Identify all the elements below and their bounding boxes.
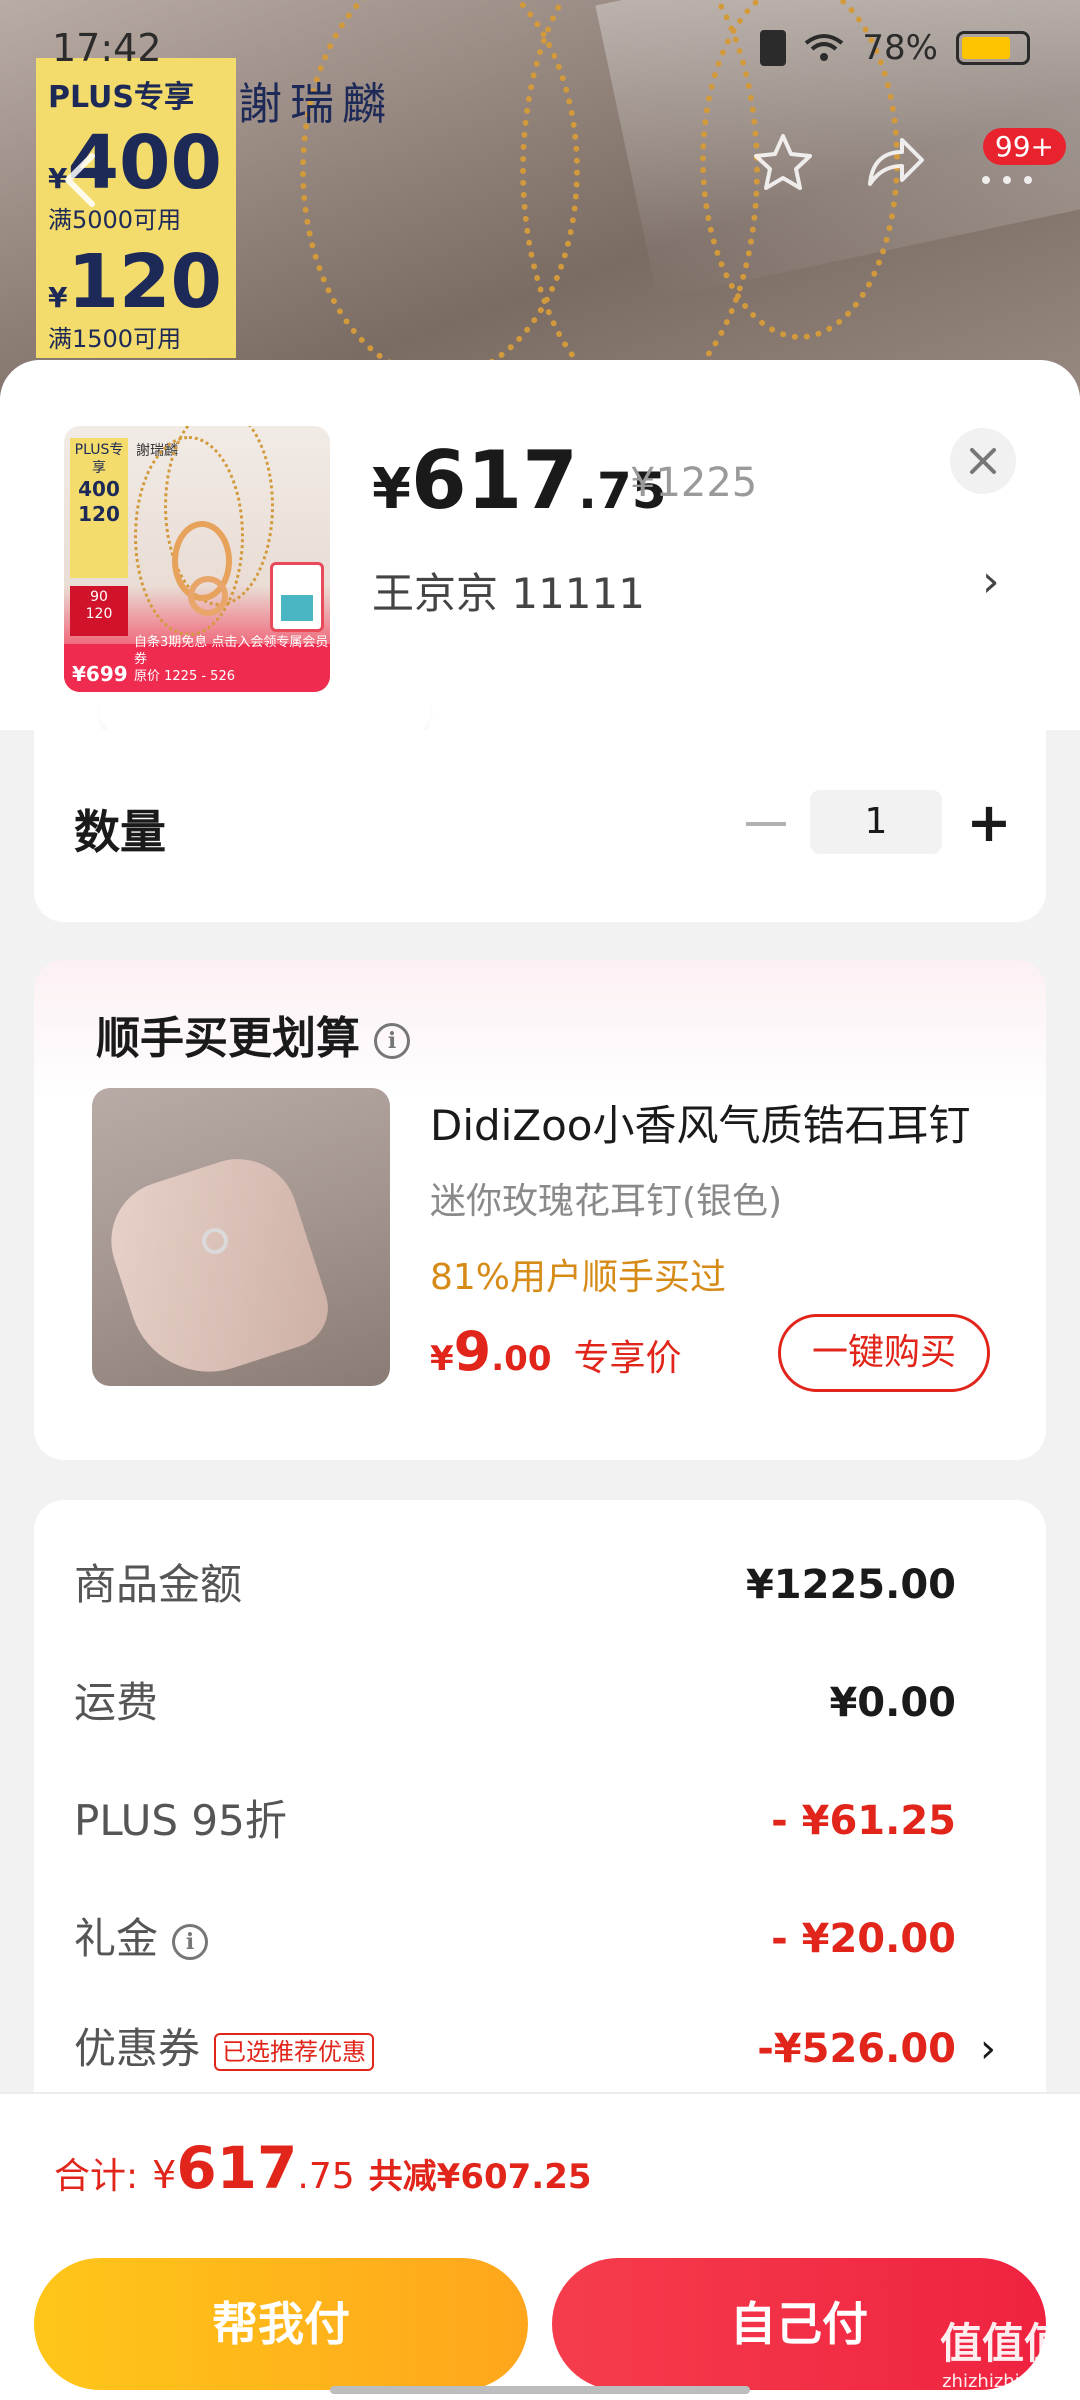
quantity-input[interactable]: 1: [810, 790, 942, 854]
fee-label: 商品金额: [74, 1560, 243, 1609]
wifi-icon: [805, 34, 844, 61]
quantity-card: 数量 1 +: [34, 730, 1046, 922]
hand-photo: [95, 1143, 339, 1386]
upsell-price: ¥9.00 专享价: [430, 1320, 682, 1383]
status-time: 17:42: [52, 26, 162, 70]
quantity-label: 数量: [74, 805, 166, 859]
fee-value: ¥1225.00: [745, 1562, 956, 1608]
status-bar: 17:42 78%: [0, 0, 1080, 100]
close-icon: [970, 448, 996, 474]
original-price: ¥1225: [630, 460, 758, 506]
sim-icon: [760, 30, 787, 66]
rose-pendant: [188, 576, 228, 616]
coupon-row[interactable]: 优惠券 已选推荐优惠 -¥526.00 ›: [74, 2014, 1006, 2084]
fee-row: 运费 ¥0.00: [74, 1668, 1006, 1738]
fee-value: ¥0.00: [829, 1680, 956, 1726]
upsell-product-spec: 迷你玫瑰花耳钉(银色): [430, 1181, 783, 1222]
upsell-product-name[interactable]: DidiZoo小香风气质锆石耳钉: [430, 1092, 990, 1153]
pay-for-me-button[interactable]: 帮我付: [34, 2258, 528, 2390]
checkout-footer: 合计: ¥ 617 .75 共减¥607.25 帮我付 自己付: [0, 2092, 1080, 2400]
chevron-right-icon[interactable]: ›: [982, 556, 1000, 607]
fee-value: - ¥20.00: [771, 1916, 956, 1962]
upsell-product-image[interactable]: [92, 1088, 390, 1386]
back-arrow-icon[interactable]: [60, 150, 100, 210]
gift-box-icon: [270, 562, 324, 632]
thumb-red-card: 90 120: [70, 586, 128, 636]
fee-label: 优惠券 已选推荐优惠: [74, 2014, 375, 2084]
fee-label: 运费: [74, 1678, 159, 1727]
fee-row: 礼金 i - ¥20.00: [74, 1904, 1006, 1974]
earring-shape: [202, 1228, 228, 1254]
info-icon[interactable]: i: [172, 1923, 209, 1960]
fee-label: PLUS 95折: [74, 1796, 287, 1845]
upsell-stat: 81%用户顺手买过: [430, 1257, 727, 1298]
upsell-card: 顺手买更划算 i DidiZoo小香风气质锆石耳钉 迷你玫瑰花耳钉(银色) 81%…: [34, 960, 1046, 1460]
coupon-recommended-tag: 已选推荐优惠: [214, 2032, 375, 2071]
product-background: PLUS专享 ¥400 满5000可用 ¥120 满1500可用 謝瑞麟 99+…: [0, 0, 1080, 420]
share-icon[interactable]: [862, 130, 928, 196]
info-icon[interactable]: i: [374, 1023, 410, 1059]
upsell-title: 顺手买更划算 i: [96, 1002, 410, 1066]
thumb-plus-card: PLUS专享 400 120: [70, 438, 128, 578]
quantity-minus-button[interactable]: [746, 822, 786, 826]
watermark: 值值值 zhizhizhi.com: [939, 2319, 1066, 2392]
fee-row: PLUS 95折 - ¥61.25: [74, 1786, 1006, 1856]
order-total: 合计: ¥ 617 .75 共减¥607.25: [54, 2134, 592, 2202]
home-indicator[interactable]: [330, 2386, 750, 2394]
battery-percent: 78%: [862, 28, 938, 68]
product-thumbnail: PLUS专享 400 120 90 120 謝瑞麟 ¥699 自条3期免息 点击入会领…: [64, 426, 330, 692]
fee-label: 礼金 i: [74, 1904, 209, 1974]
coupon-amount: ¥120: [48, 239, 222, 325]
close-button[interactable]: [950, 428, 1016, 494]
fee-value: -¥526.00: [757, 2026, 956, 2072]
sheet-header: PLUS专享 400 120 90 120 謝瑞麟 ¥699 自条3期免息 点击入会领…: [0, 360, 1080, 730]
shipping-address[interactable]: 王京京 11111: [372, 560, 645, 621]
status-icons: 78%: [760, 28, 1030, 68]
battery-icon: [956, 31, 1030, 65]
notification-badge: 99+: [982, 128, 1066, 165]
fee-row: 商品金额 ¥1225.00: [74, 1550, 1006, 1620]
battery-fill: [962, 37, 1011, 59]
thumb-promo-text: 自条3期免息 点击入会领专属会员券 原价 1225 - 526: [134, 635, 329, 685]
star-icon[interactable]: [750, 130, 816, 196]
one-click-buy-button[interactable]: 一键购买: [778, 1314, 990, 1392]
fee-value: - ¥61.25: [771, 1798, 956, 1844]
quantity-plus-button[interactable]: +: [964, 788, 1014, 858]
product-price: ¥617.75: [372, 434, 667, 527]
chevron-right-icon[interactable]: ›: [980, 2014, 996, 2084]
thumb-price: ¥699: [72, 662, 128, 686]
